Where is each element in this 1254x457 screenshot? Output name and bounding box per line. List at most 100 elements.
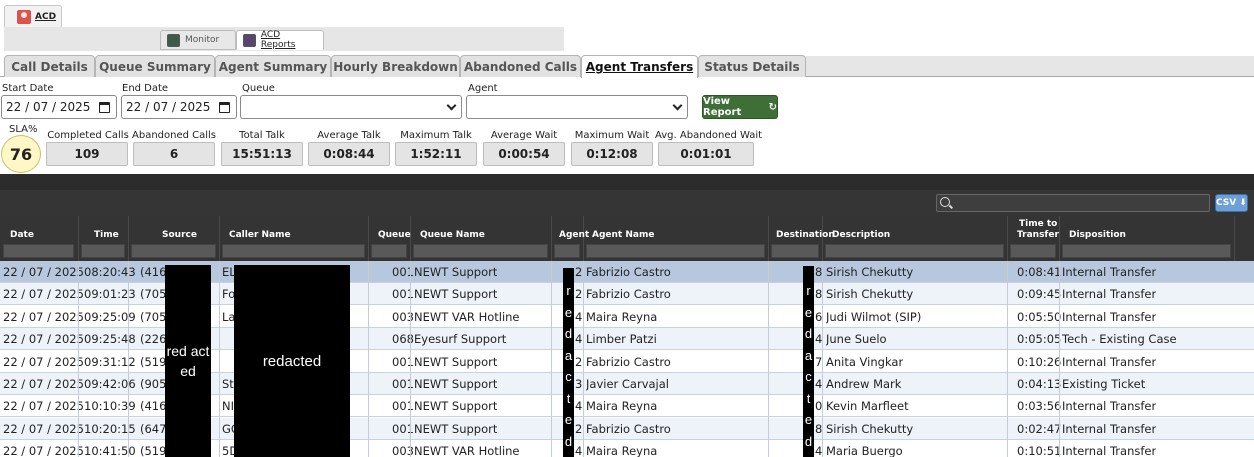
refresh-icon: ↻ [768,101,777,113]
view-report-button[interactable]: View Report ↻ [702,95,778,119]
redaction-caller: redacted [234,265,350,457]
col-agent-name[interactable]: Agent Name [592,230,654,240]
redaction-destination: r e d a c t e d [803,266,814,457]
column-divider [551,261,552,457]
description-cell: Sirish Chekutty [826,421,914,436]
date-cell: 22 / 07 / 2025 [3,399,84,414]
column-divider [1007,261,1008,457]
agent-name-cell: Fabrizio Castro [586,265,671,279]
disposition-cell: Internal Transfer [1062,421,1157,436]
agent-cell: 4 [575,399,583,414]
disposition-cell: Existing Ticket [1062,377,1146,391]
date-cell: 22 / 07 / 2025 [3,287,84,302]
col-destination[interactable]: Destination [776,230,835,240]
tab-queue-summary[interactable]: Queue Summary [95,55,215,77]
col-queue[interactable]: Queue [378,230,411,240]
tab-acd[interactable]: ACD [4,5,62,27]
agent-name-cell: Javier Carvajal [586,377,669,391]
abandoned-calls-label: Abandoned Calls [132,130,217,141]
search-input[interactable] [936,194,1210,212]
tab-abandoned-calls[interactable]: Abandoned Calls [460,55,581,77]
average-talk-label: Average Talk [317,130,381,141]
disposition-cell: Tech - Existing Case [1062,332,1177,347]
average-wait-label: Average Wait [490,130,558,141]
filter-source[interactable] [131,244,216,258]
filter-description[interactable] [825,244,1004,258]
filter-time[interactable] [81,244,125,258]
col-description[interactable]: Description [832,230,890,240]
filter-date[interactable] [3,244,74,258]
caller-name-cell: St [222,377,234,391]
completed-calls-value: 109 [46,142,128,166]
tab-hourly-breakdown[interactable]: Hourly Breakdown [331,55,460,77]
time-to-transfer-cell: 0:10:51 [1017,444,1062,457]
date-cell: 22 / 07 / 2025 [3,265,84,279]
column-divider [583,261,584,457]
time-to-transfer-cell: 0:03:56 [1017,399,1062,414]
header-divider [368,216,369,261]
description-cell: Judi Wilmot (SIP) [826,309,922,324]
agent-name-cell: Fabrizio Castro [586,421,671,436]
time-to-transfer-cell: 0:10:26 [1017,354,1062,369]
disposition-cell: Internal Transfer [1062,354,1157,369]
column-divider [1059,261,1060,457]
tab-call-details[interactable]: Call Details [4,55,95,77]
download-icon: ⬇ [1239,198,1247,208]
col-source[interactable]: Source [162,230,197,240]
filter-caller-name[interactable] [222,244,365,258]
average-talk-value: 0:08:44 [308,142,390,166]
tab-status-details[interactable]: Status Details [698,55,806,77]
subtab-monitor[interactable]: Monitor [160,30,236,50]
subtab-acd-reports-label: ACD Reports [260,30,296,50]
avg-abandoned-wait-label: Avg. Abandoned Wait [655,130,763,141]
agent-name-cell: Maira Reyna [586,309,658,324]
date-cell: 22 / 07 / 2025 [3,421,84,436]
filter-queue-name[interactable] [413,244,548,258]
col-disposition[interactable]: Disposition [1069,230,1126,240]
date-cell: 22 / 07 / 2025 [3,354,84,369]
subtab-acd-reports[interactable]: ACD Reports [236,30,324,50]
start-date-input[interactable]: 22 / 07 / 2025 [1,95,117,119]
description-cell: Sirish Chekutty [826,287,914,302]
tab-agent-transfers[interactable]: Agent Transfers [581,55,698,78]
time-to-transfer-cell: 0:09:45 [1017,287,1062,302]
column-divider [368,261,369,457]
filter-agent-name[interactable] [586,244,765,258]
filter-destination[interactable] [771,244,819,258]
col-time-to-transfer-line1[interactable]: Time to [1019,219,1057,229]
queue-select[interactable] [240,95,462,119]
agent-cell: 3 [575,377,583,391]
filter-agent[interactable] [554,244,580,258]
filter-time-to-transfer[interactable] [1010,244,1056,258]
col-date[interactable]: Date [10,230,34,240]
agent-name-cell: Maira Reyna [586,399,658,414]
tab-agent-summary[interactable]: Agent Summary [215,55,331,77]
calendar-icon[interactable] [219,101,230,113]
total-talk-value: 15:51:13 [221,142,303,166]
filter-disposition[interactable] [1062,244,1231,258]
header-divider [551,216,552,261]
queue-name-cell: NEWT Support [414,265,498,279]
completed-calls-label: Completed Calls [47,130,129,141]
agent-name-cell: Limber Patzi [586,332,657,347]
col-time-to-transfer-line2[interactable]: Transfer [1017,230,1059,240]
calendar-icon[interactable] [99,101,110,113]
filter-queue[interactable] [371,244,407,258]
header-divider [128,216,129,261]
total-talk-label: Total Talk [239,130,285,141]
end-date-input[interactable]: 22 / 07 / 2025 [121,95,237,119]
header-divider [1007,216,1008,261]
col-agent[interactable]: Agent [559,230,589,240]
csv-export-button[interactable]: CSV ⬇ [1215,194,1248,212]
start-date-value: 22 / 07 / 2025 [6,100,91,114]
column-divider [78,261,79,457]
agent-cell: 2 [575,421,583,436]
disposition-cell: Internal Transfer [1062,287,1157,302]
column-divider [822,261,823,457]
queue-name-cell: NEWT Support [414,287,498,302]
col-time[interactable]: Time [94,230,119,240]
col-caller-name[interactable]: Caller Name [229,230,291,240]
caller-name-cell: NI [222,399,234,414]
agent-select[interactable] [466,95,688,119]
col-queue-name[interactable]: Queue Name [420,230,485,240]
